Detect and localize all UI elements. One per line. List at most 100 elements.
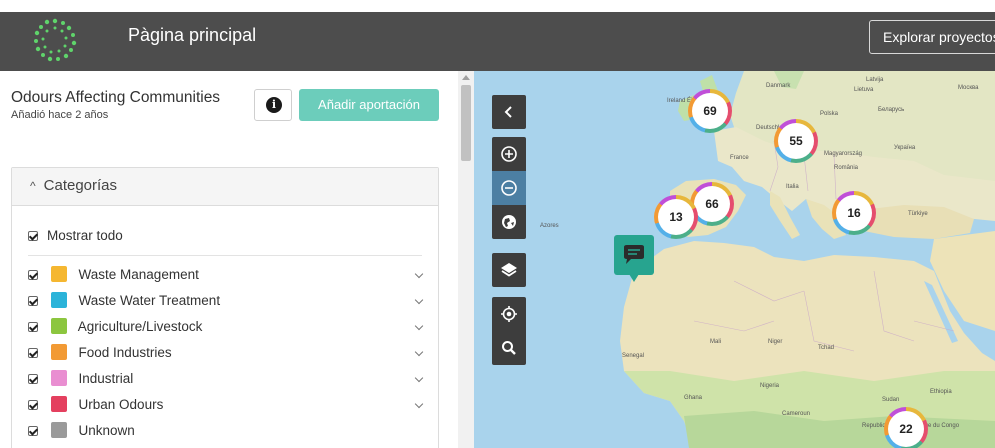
chevron-down-icon[interactable]: [414, 288, 424, 314]
cluster-count: 13: [658, 199, 694, 235]
map-label: Italia: [786, 184, 799, 190]
category-item-industrial[interactable]: Industrial: [28, 366, 428, 392]
cluster-marker[interactable]: 16: [832, 191, 876, 235]
globe-icon[interactable]: [492, 205, 526, 239]
question-icon: [50, 422, 67, 439]
cluster-count: 22: [888, 411, 924, 447]
locate-icon[interactable]: [492, 297, 526, 331]
show-all-checkbox[interactable]: Mostrar todo: [28, 228, 123, 243]
collapse-arrow-icon[interactable]: [492, 95, 526, 129]
explore-projects-button[interactable]: Explorar proyectos: [869, 20, 995, 54]
logo[interactable]: [33, 18, 77, 62]
cluster-count: 16: [836, 195, 872, 231]
category-item-urban-odours[interactable]: Urban Odours: [28, 392, 428, 418]
category-item-waste-management[interactable]: Waste Management: [28, 262, 428, 288]
cluster-marker[interactable]: 55: [774, 119, 818, 163]
categories-title: Categorías: [43, 177, 118, 194]
map-label: Danmark: [766, 83, 791, 89]
chat-bubble-icon: [624, 245, 644, 264]
map-label: Mali: [710, 339, 722, 345]
water-treatment-icon: [50, 292, 67, 309]
cluster-marker[interactable]: 13: [654, 195, 698, 239]
search-icon[interactable]: [492, 331, 526, 365]
category-label: Unknown: [78, 423, 135, 438]
chevron-down-icon[interactable]: [414, 262, 424, 288]
category-item-waste-water-treatment[interactable]: Waste Water Treatment: [28, 288, 428, 314]
map-label: Cameroun: [782, 411, 811, 417]
map-label: Sudan: [882, 397, 900, 403]
zoom-out-icon[interactable]: [492, 171, 526, 205]
checkbox-icon[interactable]: [28, 296, 38, 307]
category-label: Agriculture/Livestock: [77, 319, 203, 334]
page-title[interactable]: Pàgina principal: [128, 25, 256, 46]
chevron-down-icon[interactable]: [414, 366, 424, 392]
map-label: Ghana: [684, 395, 703, 401]
map-label: Senegal: [622, 353, 645, 359]
cluster-count: 69: [692, 93, 728, 129]
map-view[interactable]: Ireland Éire Danmark Polska Deutschland …: [474, 71, 995, 448]
map-label: Latvija: [866, 77, 884, 83]
checkbox-icon[interactable]: [28, 322, 38, 333]
checkbox-icon[interactable]: [28, 400, 38, 411]
map-tiles[interactable]: [474, 71, 995, 448]
checkbox-icon[interactable]: [28, 231, 38, 242]
category-item-agriculture[interactable]: Agriculture/Livestock: [28, 314, 428, 340]
project-title: Odours Affecting Communities: [11, 89, 221, 106]
checkbox-icon[interactable]: [28, 348, 38, 359]
show-all-label: Mostrar todo: [47, 228, 123, 243]
layers-control[interactable]: [492, 253, 526, 287]
map-label: Lietuva: [854, 87, 874, 93]
locate-search-control[interactable]: [492, 297, 526, 365]
category-item-food-industries[interactable]: Food Industries: [28, 340, 428, 366]
factory-icon: [50, 370, 67, 387]
map-label: Mocква: [958, 85, 979, 91]
map-label: Nigeria: [760, 383, 780, 389]
top-strip: [0, 0, 995, 12]
category-item-unknown[interactable]: Unknown: [28, 418, 428, 444]
cluster-count: 55: [778, 123, 814, 159]
map-label: Tchad: [818, 345, 835, 351]
category-label: Waste Management: [78, 267, 199, 282]
chevron-down-icon[interactable]: [414, 392, 424, 418]
categories-panel: ^ Categorías Mostrar todo Waste Managemen…: [11, 167, 439, 448]
chevron-up-icon: ^: [30, 179, 36, 193]
cluster-marker[interactable]: 22: [884, 407, 928, 448]
category-label: Urban Odours: [78, 397, 164, 412]
add-contribution-button[interactable]: Añadir aportación: [299, 89, 439, 121]
layers-icon[interactable]: [492, 253, 526, 287]
cluster-count: 66: [694, 186, 730, 222]
categories-header[interactable]: ^ Categorías: [12, 168, 438, 206]
scroll-up-arrow-icon[interactable]: [462, 75, 470, 80]
checkbox-icon[interactable]: [28, 426, 38, 437]
project-subtitle: Añadió hace 2 años: [11, 109, 109, 121]
map-label: Беларусь: [878, 107, 905, 113]
cluster-marker[interactable]: 66: [690, 182, 734, 226]
contribution-marker[interactable]: [614, 235, 654, 282]
scrollbar[interactable]: [458, 71, 474, 448]
category-label: Industrial: [78, 371, 134, 386]
app-header: Pàgina principal Explorar proyectos: [0, 12, 995, 71]
chevron-down-icon[interactable]: [414, 340, 424, 366]
chevron-down-icon[interactable]: [414, 314, 424, 340]
map-label: România: [834, 165, 859, 171]
tractor-icon: [50, 318, 67, 335]
city-icon: [50, 396, 67, 413]
collapse-panel-control[interactable]: [492, 95, 526, 129]
map-label: Niger: [768, 339, 783, 345]
map-label: Україна: [894, 145, 916, 151]
checkbox-icon[interactable]: [28, 374, 38, 385]
zoom-in-icon[interactable]: [492, 137, 526, 171]
category-label: Food Industries: [78, 345, 172, 360]
zoom-control[interactable]: [492, 137, 526, 239]
category-list: Waste Management Waste Water Treatment A…: [28, 262, 428, 444]
scrollbar-thumb[interactable]: [461, 85, 471, 161]
waste-bin-icon: [50, 266, 67, 283]
map-label: Ethiopia: [930, 389, 952, 395]
food-icon: [50, 344, 67, 361]
checkbox-icon[interactable]: [28, 270, 38, 281]
map-label: Türkiye: [908, 211, 928, 217]
info-button[interactable]: i: [254, 89, 292, 121]
map-label: Magyarország: [824, 151, 863, 157]
map-label: Azores: [540, 223, 559, 229]
cluster-marker[interactable]: 69: [688, 89, 732, 133]
